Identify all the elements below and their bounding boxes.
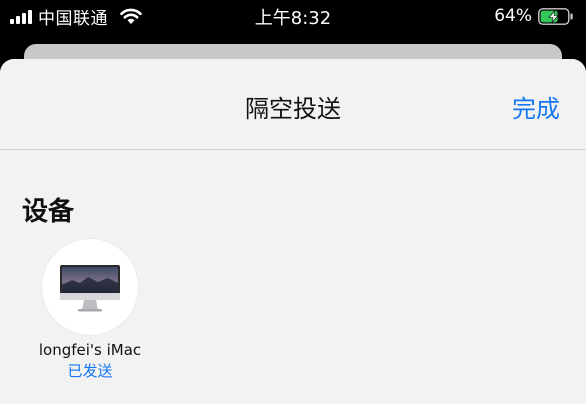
device-status: 已发送	[67, 362, 113, 380]
battery-percent: 64%	[494, 6, 532, 26]
status-bar: 中国联通 上午8:32 64%	[0, 0, 586, 32]
airdrop-sheet: 隔空投送 完成 设备 longfei's iMac 已发送	[0, 59, 586, 404]
section-title: 设备	[22, 197, 75, 227]
battery-charging-icon	[538, 7, 573, 25]
device-name: longfei's iMac	[38, 341, 142, 359]
device-avatar[interactable]	[42, 239, 138, 335]
done-button[interactable]: 完成	[512, 89, 560, 124]
sheet-title: 隔空投送	[245, 95, 341, 123]
device-item[interactable]: longfei's iMac 已发送	[28, 239, 152, 381]
nav-bar: 隔空投送 完成	[0, 59, 586, 150]
imac-icon	[60, 265, 120, 312]
status-right: 64%	[494, 4, 574, 28]
